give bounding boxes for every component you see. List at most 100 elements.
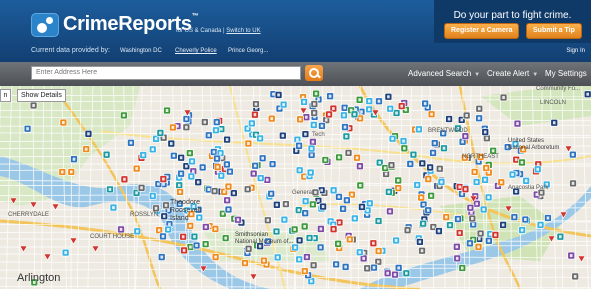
crime-incident-marker[interactable] (326, 92, 334, 101)
crime-incident-marker[interactable] (370, 263, 378, 272)
crime-incident-marker[interactable] (295, 166, 304, 175)
create-alert-menu[interactable]: Create Alert ▼ (487, 69, 538, 78)
crime-incident-marker[interactable] (392, 109, 401, 117)
crime-incident-marker[interactable] (120, 111, 128, 120)
crime-incident-marker[interactable] (210, 187, 219, 195)
crime-incident-marker[interactable] (301, 130, 310, 138)
crime-incident-marker[interactable] (317, 225, 325, 233)
crime-incident-marker[interactable] (397, 102, 406, 110)
crime-incident-marker[interactable] (263, 176, 272, 184)
crime-incident-marker[interactable] (427, 110, 436, 119)
crime-incident-marker[interactable] (307, 144, 316, 153)
crime-incident-marker[interactable] (210, 148, 218, 156)
crime-incident-marker[interactable] (403, 226, 412, 235)
source-link-prince-georges[interactable]: Prince Georg... (228, 48, 268, 54)
crime-incident-marker[interactable] (58, 168, 67, 176)
crime-incident-marker[interactable] (223, 196, 231, 205)
crime-incident-marker[interactable] (340, 103, 349, 112)
crime-map[interactable]: n Show Details Arlington Theodore Roosev… (0, 86, 591, 289)
crime-incident-marker[interactable] (391, 270, 399, 279)
crime-incident-marker[interactable] (186, 222, 195, 230)
crime-incident-marker[interactable] (427, 191, 435, 200)
crime-incident-marker[interactable] (148, 145, 157, 154)
crime-incident-marker[interactable] (400, 144, 409, 153)
crime-incident-marker[interactable] (256, 134, 264, 143)
crime-incident-marker[interactable] (132, 164, 141, 173)
crime-incident-marker[interactable] (386, 207, 394, 216)
crime-incident-marker[interactable] (282, 200, 290, 208)
crime-incident-marker[interactable] (251, 161, 260, 170)
crime-incident-marker[interactable] (82, 145, 91, 153)
crime-incident-marker[interactable] (182, 123, 191, 132)
crime-incident-marker[interactable] (384, 92, 393, 101)
show-details-button[interactable]: Show Details (17, 89, 66, 102)
crime-incident-marker[interactable] (383, 269, 392, 278)
crime-incident-marker[interactable] (497, 178, 506, 187)
crime-incident-marker[interactable] (301, 197, 310, 206)
crime-incident-marker[interactable] (365, 97, 374, 105)
crime-incident-marker[interactable] (344, 149, 353, 157)
crime-incident-marker[interactable] (309, 121, 318, 129)
crime-incident-marker[interactable] (384, 188, 393, 196)
crime-incident-marker[interactable] (329, 225, 338, 234)
crime-incident-marker[interactable] (29, 101, 38, 110)
crime-incident-marker[interactable] (475, 104, 484, 113)
crime-incident-marker[interactable] (213, 163, 222, 171)
crime-incident-marker[interactable] (187, 172, 196, 181)
register-camera-button[interactable]: Register a Camera (444, 23, 520, 39)
crime-incident-marker[interactable] (583, 90, 591, 99)
crime-incident-marker[interactable] (335, 153, 343, 162)
crime-incident-marker[interactable] (179, 232, 188, 241)
crime-incident-marker[interactable] (356, 181, 365, 190)
crime-incident-marker[interactable] (318, 122, 326, 130)
crime-incident-marker[interactable] (223, 135, 231, 144)
map-base[interactable] (0, 86, 591, 289)
crime-incident-marker[interactable] (167, 139, 176, 148)
crime-incident-marker[interactable] (169, 123, 177, 132)
crime-incident-marker[interactable] (137, 183, 146, 192)
crime-incident-marker[interactable] (415, 125, 423, 134)
crime-incident-marker[interactable] (301, 209, 310, 218)
crime-incident-marker[interactable] (386, 104, 395, 113)
crime-incident-marker[interactable] (170, 151, 178, 160)
crime-incident-marker[interactable] (162, 201, 170, 210)
crime-incident-marker[interactable] (84, 129, 93, 138)
crime-incident-marker[interactable] (325, 110, 333, 119)
crime-incident-marker[interactable] (374, 217, 383, 225)
crime-incident-marker[interactable] (461, 185, 470, 194)
crime-incident-marker[interactable] (300, 267, 309, 275)
crime-incident-marker[interactable] (334, 239, 342, 248)
crime-incident-marker[interactable] (280, 215, 289, 224)
crime-incident-marker[interactable] (345, 235, 354, 244)
crime-incident-marker[interactable] (481, 128, 490, 136)
crime-incident-marker[interactable] (303, 253, 311, 261)
crime-incident-marker[interactable] (454, 215, 462, 223)
crime-incident-marker[interactable] (340, 111, 348, 120)
crime-incident-marker[interactable] (518, 226, 526, 234)
crime-incident-marker[interactable] (365, 199, 374, 208)
crime-incident-marker[interactable] (316, 243, 325, 252)
crime-incident-marker[interactable] (350, 214, 359, 223)
crime-incident-marker[interactable] (479, 205, 488, 214)
crime-incident-marker[interactable] (212, 118, 221, 127)
crime-incident-marker[interactable] (358, 203, 366, 211)
crime-incident-marker[interactable] (550, 118, 559, 127)
crime-incident-marker[interactable] (117, 225, 125, 234)
crime-incident-marker[interactable] (446, 221, 454, 229)
crime-incident-marker[interactable] (139, 151, 148, 159)
crime-incident-marker[interactable] (569, 179, 577, 188)
crime-incident-marker[interactable] (309, 138, 317, 146)
crime-incident-marker[interactable] (273, 253, 282, 262)
crime-incident-marker[interactable] (224, 205, 233, 214)
crime-incident-marker[interactable] (157, 253, 166, 261)
crime-incident-marker[interactable] (406, 160, 415, 168)
crime-incident-marker[interactable] (156, 129, 165, 137)
advanced-search-menu[interactable]: Advanced Search ▼ (408, 69, 480, 78)
crime-incident-marker[interactable] (127, 138, 135, 147)
crime-incident-marker[interactable] (568, 150, 577, 159)
crime-incident-marker[interactable] (374, 247, 383, 255)
crime-incident-marker[interactable] (321, 156, 330, 164)
crime-incident-marker[interactable] (185, 149, 194, 157)
crime-incident-marker[interactable] (59, 118, 68, 127)
crime-incident-marker[interactable] (249, 169, 258, 178)
